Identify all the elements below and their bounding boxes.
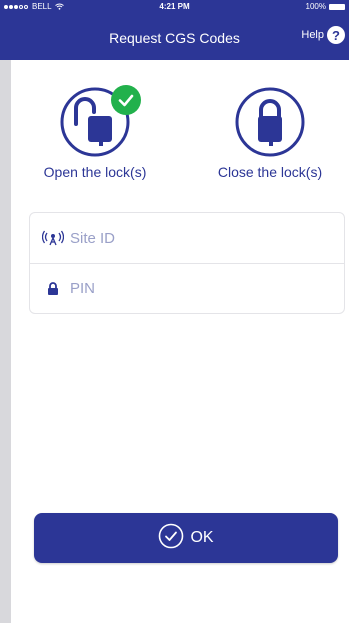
lock-icon [38,281,68,296]
close-lock-label: Close the lock(s) [217,164,323,180]
help-label: Help [301,29,324,41]
status-bar: BELL 4:21 PM 100% [0,0,349,14]
unlocked-padlock-icon [59,85,141,158]
open-lock-label: Open the lock(s) [43,164,147,180]
nav-bar: Request CGS Codes Help ? [0,14,349,60]
checkmark-icon [111,85,141,115]
status-time: 4:21 PM [159,2,190,11]
ok-button[interactable]: OK [34,513,338,563]
locked-padlock-icon [234,86,306,158]
status-battery: 100% [306,2,345,11]
help-button[interactable]: Help ? [301,26,345,44]
pin-row [30,263,344,313]
site-id-row [30,213,344,263]
left-edge [0,60,11,623]
credentials-form [29,212,345,314]
ok-label: OK [190,529,214,546]
battery-label: 100% [305,2,326,11]
site-id-input[interactable] [68,228,312,248]
header: BELL 4:21 PM 100% Request CGS Codes Help… [0,0,349,60]
help-icon: ? [327,26,345,44]
page-title: Request CGS Codes [109,30,240,46]
check-circle-icon [158,523,184,554]
battery-icon [329,3,345,10]
app-screen: BELL 4:21 PM 100% Request CGS Codes Help… [0,0,349,623]
pin-input[interactable] [68,279,312,298]
antenna-icon [38,230,68,246]
close-lock-option[interactable]: Close the lock(s) [195,86,345,180]
open-lock-option[interactable]: Open the lock(s) [20,85,170,180]
